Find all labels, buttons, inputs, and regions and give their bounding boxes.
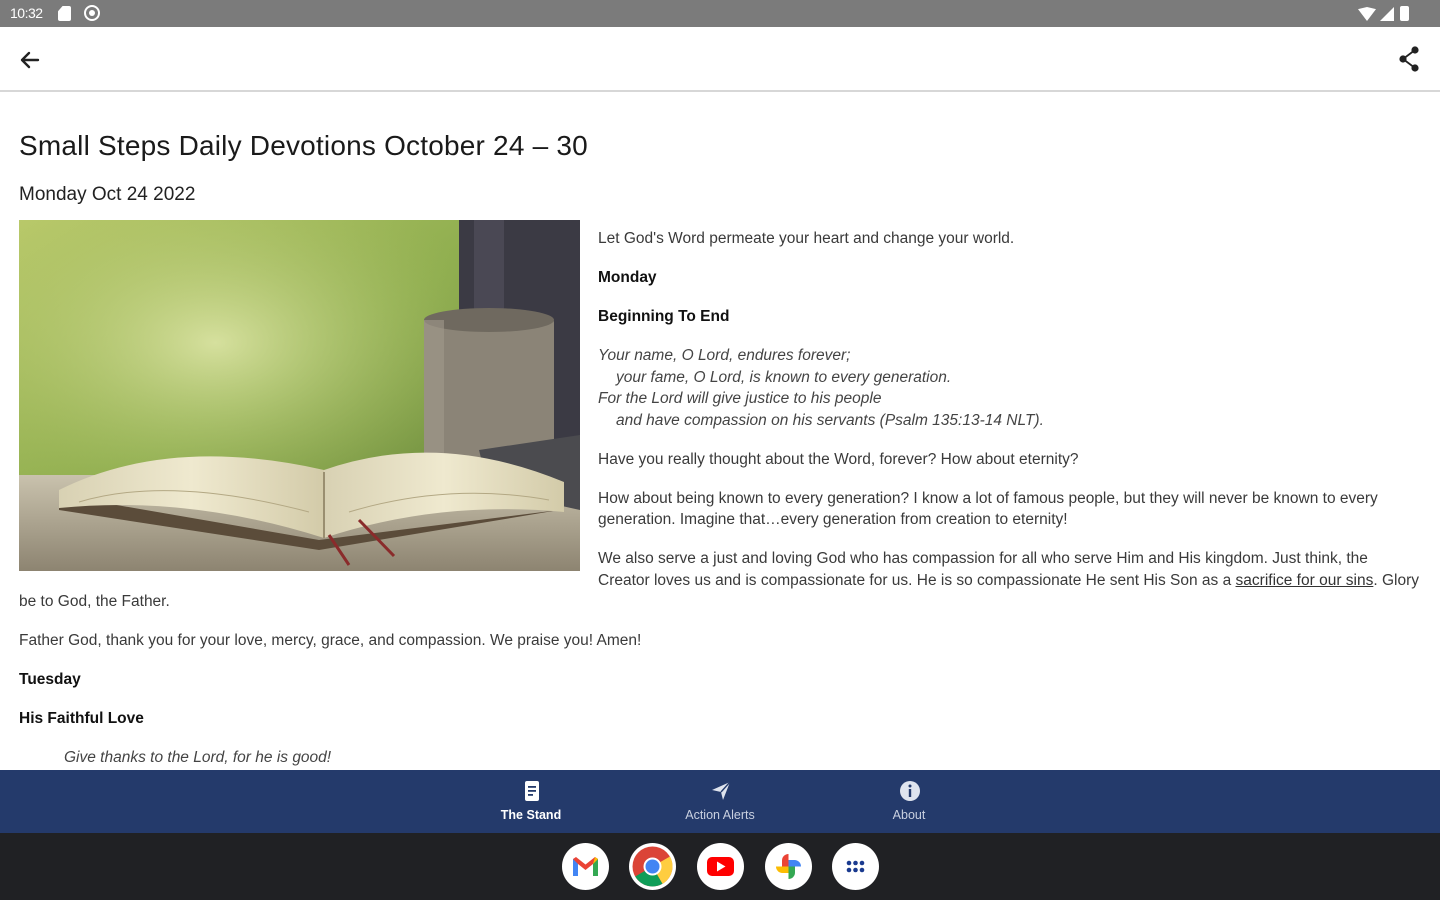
nav-label: Action Alerts — [685, 808, 755, 822]
share-icon — [1399, 46, 1419, 72]
status-bar: 10:32 — [0, 0, 1440, 27]
verse-line: Your name, O Lord, endures forever; — [598, 347, 851, 364]
nav-item-the-stand[interactable]: The Stand — [461, 770, 601, 833]
nav-label: About — [892, 808, 926, 822]
gmail-icon[interactable] — [562, 843, 609, 890]
share-button[interactable] — [1394, 43, 1424, 75]
verse-line: For the Lord will give justice to his pe… — [598, 390, 882, 407]
youtube-icon[interactable] — [697, 843, 744, 890]
sacrifice-link[interactable]: sacrifice for our sins — [1236, 572, 1374, 589]
cell-signal-icon — [1380, 7, 1394, 21]
system-dock — [0, 833, 1440, 900]
nav-label: The Stand — [500, 808, 562, 822]
chrome-icon[interactable] — [629, 843, 676, 890]
app-drawer-icon[interactable] — [832, 843, 879, 890]
app-bar — [0, 27, 1440, 92]
article-content[interactable]: Small Steps Daily Devotions October 24 –… — [0, 94, 1440, 770]
verse-line: your fame, O Lord, is known to every gen… — [616, 368, 952, 386]
wifi-icon — [1358, 7, 1376, 21]
send-icon — [712, 781, 731, 800]
nav-item-about[interactable]: About — [839, 770, 979, 833]
devotion-heading-tuesday: His Faithful Love — [19, 710, 144, 727]
article-title: Small Steps Daily Devotions October 24 –… — [19, 130, 588, 161]
devotion-heading-monday: Beginning To End — [598, 308, 730, 325]
battery-icon — [1400, 6, 1409, 21]
verse-line: and have compassion on his servants (Psa… — [616, 411, 1044, 429]
scripture-verse-tuesday: Give thanks to the Lord, for he is good! — [64, 749, 332, 766]
day-heading-monday: Monday — [598, 269, 657, 286]
arrow-left-icon — [20, 51, 40, 69]
day-heading-tuesday: Tuesday — [19, 671, 81, 688]
article-date: Monday Oct 24 2022 — [19, 184, 196, 205]
info-icon — [900, 781, 920, 801]
sd-card-icon — [58, 6, 71, 21]
document-icon — [525, 781, 539, 801]
photos-icon[interactable] — [765, 843, 812, 890]
article-body: Let God's Word permeate your heart and c… — [19, 220, 1419, 770]
nav-item-action-alerts[interactable]: Action Alerts — [650, 770, 790, 833]
location-target-icon — [84, 5, 100, 21]
prayer-paragraph: Father God, thank you for your love, mer… — [19, 632, 642, 649]
bottom-navigation: The Stand Action Alerts About — [0, 770, 1440, 833]
back-button[interactable] — [14, 45, 48, 75]
status-time: 10:32 — [10, 5, 43, 21]
